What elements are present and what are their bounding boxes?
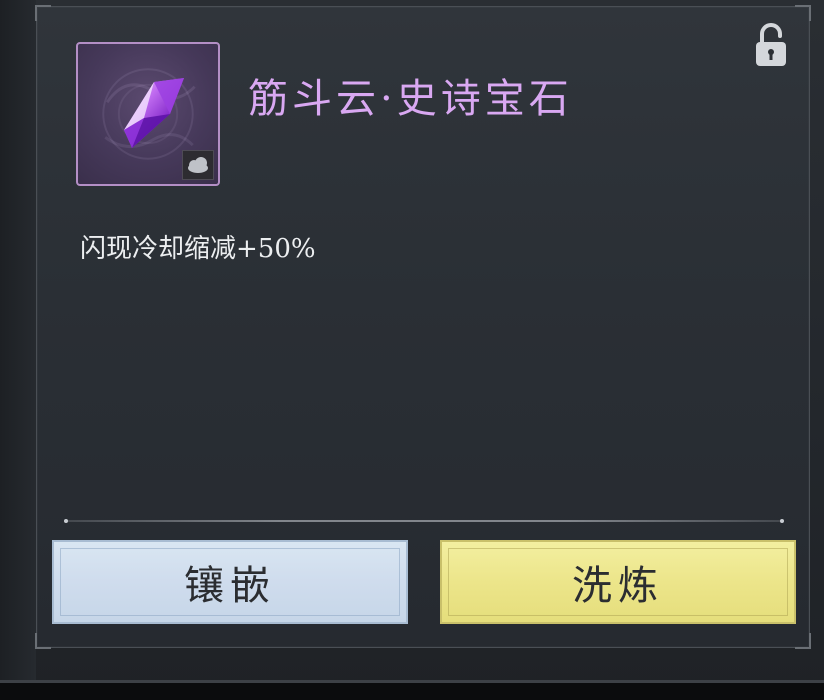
divider bbox=[64, 519, 784, 523]
purple-gem-icon bbox=[124, 78, 184, 148]
panel-corner bbox=[35, 633, 51, 649]
item-effect-text: 闪现冷却缩减+50% bbox=[80, 234, 316, 264]
inlay-button[interactable]: 镶嵌 bbox=[52, 540, 408, 624]
cloud-icon bbox=[182, 150, 214, 180]
game-screen: 筋斗云·史诗宝石 闪现冷却缩减+50% 镶嵌 洗炼 bbox=[0, 0, 824, 700]
unlocked-padlock-icon[interactable] bbox=[752, 22, 790, 68]
item-title: 筋斗云·史诗宝石 bbox=[248, 76, 573, 122]
refine-button[interactable]: 洗炼 bbox=[440, 540, 796, 624]
bottom-bar bbox=[0, 680, 824, 700]
inlay-button-label: 镶嵌 bbox=[184, 563, 276, 609]
item-icon-frame[interactable] bbox=[76, 42, 220, 186]
refine-button-label: 洗炼 bbox=[572, 563, 664, 609]
background-strip bbox=[0, 0, 36, 680]
panel-corner bbox=[795, 5, 811, 21]
panel-corner bbox=[35, 5, 51, 21]
panel-corner bbox=[795, 633, 811, 649]
